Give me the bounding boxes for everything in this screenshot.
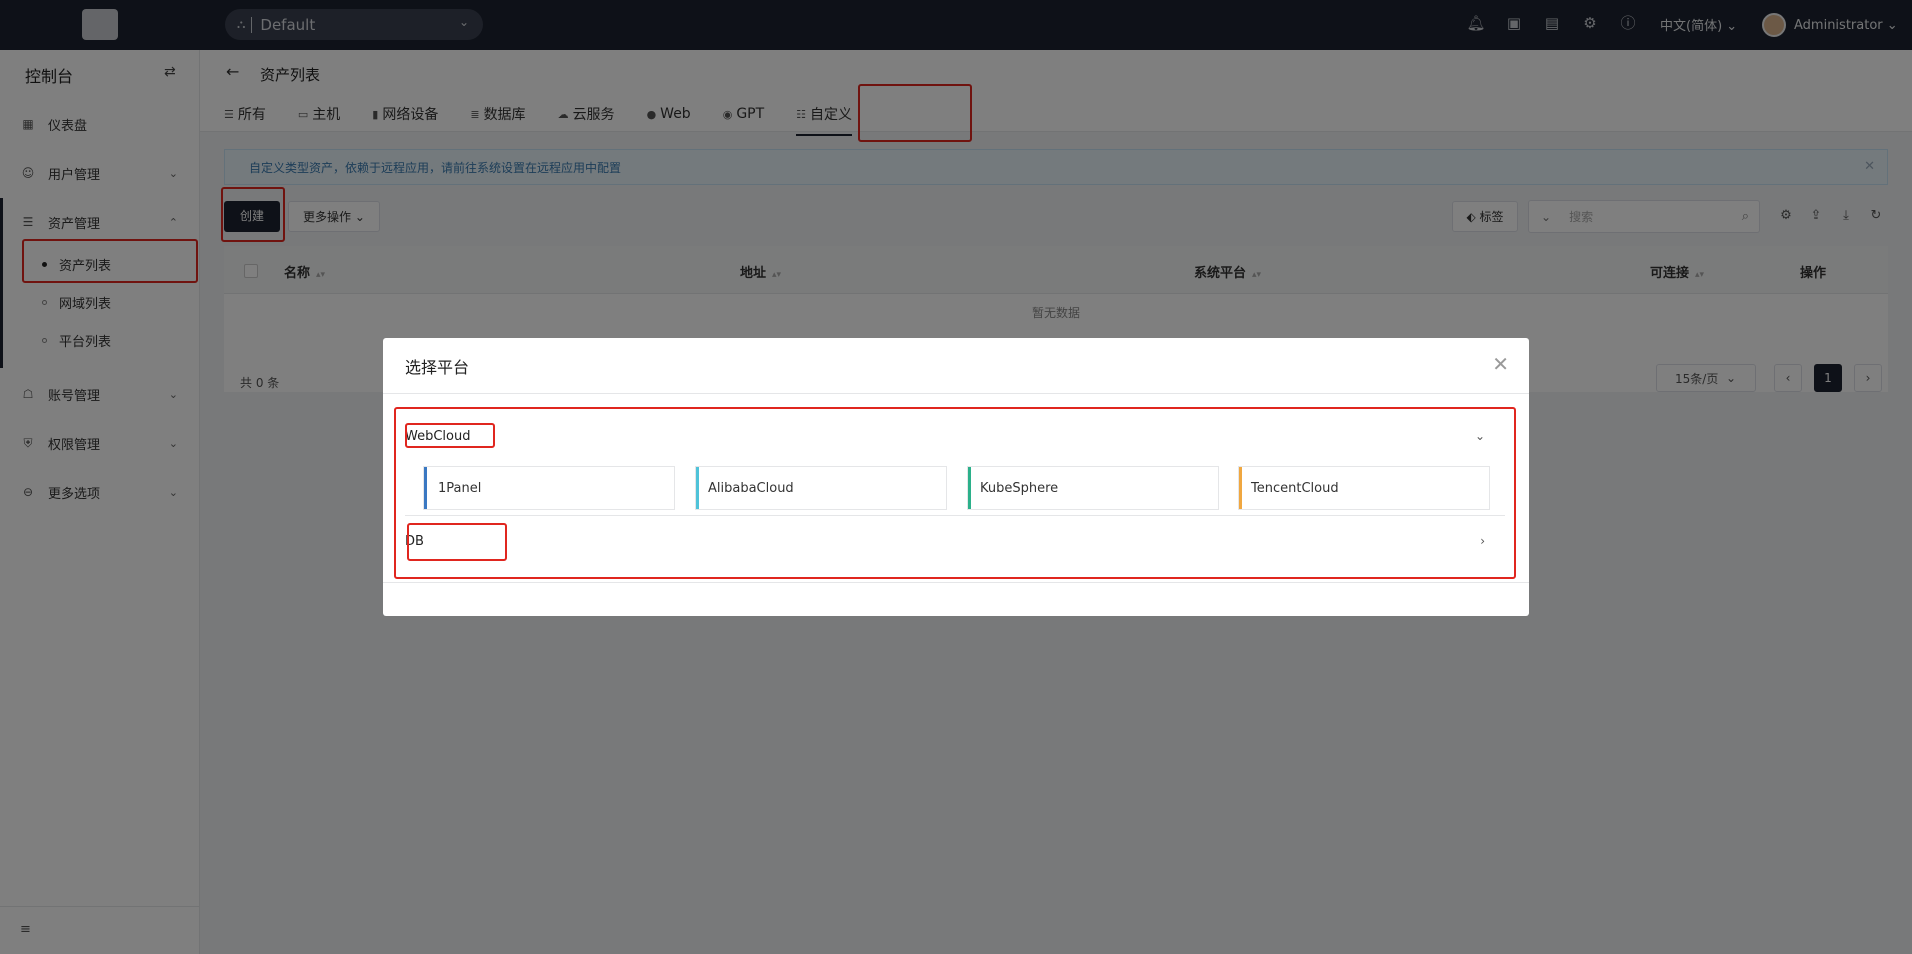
highlight-box: [407, 523, 507, 561]
dialog-title: 选择平台: [405, 358, 470, 377]
highlight-box: [405, 423, 495, 448]
close-icon[interactable]: ✕: [1492, 352, 1509, 376]
divider: [383, 393, 1529, 394]
highlight-box: [394, 407, 1516, 579]
divider: [383, 582, 1529, 583]
